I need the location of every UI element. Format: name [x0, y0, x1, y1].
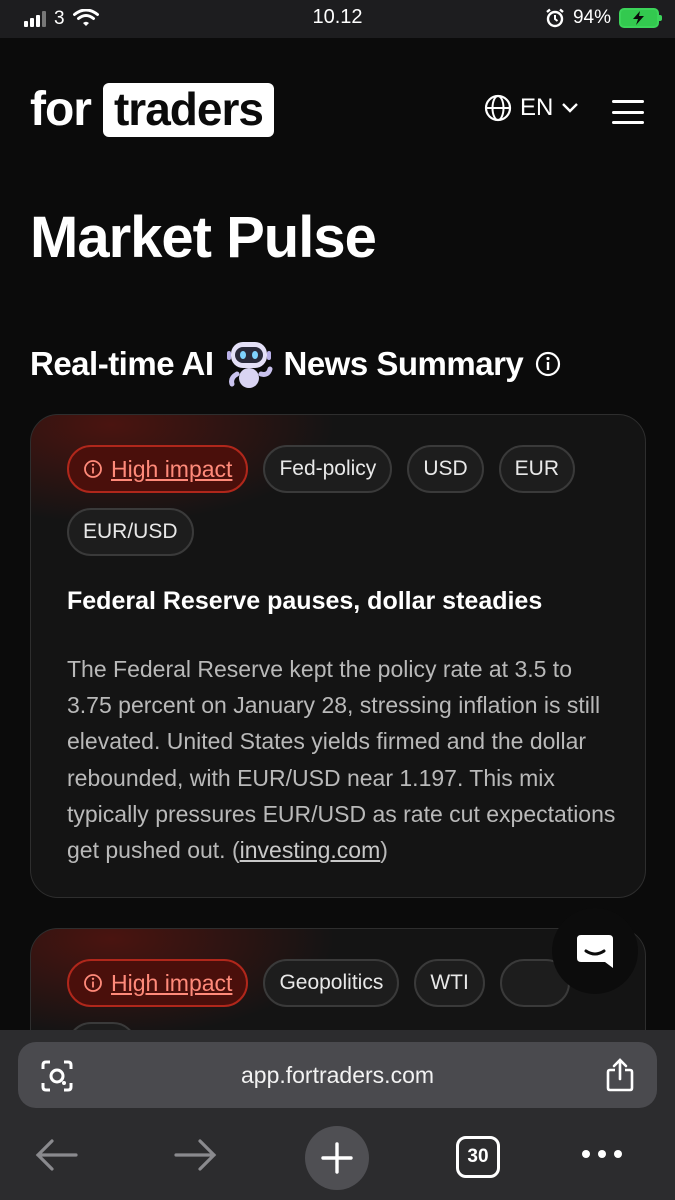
- robot-icon: [226, 342, 272, 388]
- share-icon[interactable]: [605, 1057, 635, 1093]
- info-icon[interactable]: [535, 351, 561, 377]
- chat-icon: [577, 935, 613, 968]
- language-selector[interactable]: EN: [484, 94, 579, 122]
- section-title: Real-time AI News Summary: [30, 338, 561, 390]
- url-text: app.fortraders.com: [240, 1062, 435, 1088]
- new-tab-button[interactable]: [305, 1126, 369, 1190]
- language-label: EN: [520, 94, 554, 121]
- browser-nav-row: 30: [0, 1126, 675, 1190]
- status-bar: 3 10.12 94%: [0, 0, 675, 38]
- plus-icon: [321, 1142, 353, 1174]
- battery-percent: 94%: [572, 7, 611, 28]
- status-right: 94%: [545, 7, 662, 29]
- tag-eur[interactable]: EUR: [498, 445, 575, 493]
- news-headline: Federal Reserve pauses, dollar steadies: [67, 587, 543, 615]
- tag-eur-usd[interactable]: EUR/USD: [67, 508, 194, 556]
- globe-icon: [484, 94, 512, 122]
- tag-fed-policy[interactable]: Fed-policy: [263, 445, 393, 493]
- info-icon: [84, 974, 102, 992]
- high-impact-badge[interactable]: High impact: [67, 445, 249, 493]
- section-title-left: Real-time AI: [30, 345, 214, 382]
- back-arrow-icon[interactable]: [34, 1138, 78, 1172]
- battery-charging-icon: [619, 8, 662, 28]
- more-options-icon[interactable]: [582, 1150, 622, 1158]
- info-icon: [84, 460, 102, 478]
- news-summary-end: ): [380, 837, 388, 864]
- news-summary: The Federal Reserve kept the policy rate…: [67, 651, 623, 868]
- news-summary-text: The Federal Reserve kept the policy rate…: [67, 656, 616, 864]
- high-impact-label: High impact: [111, 456, 233, 482]
- source-link[interactable]: investing.com: [240, 837, 381, 863]
- chat-support-button[interactable]: [552, 908, 638, 994]
- fortraders-logo[interactable]: for traders: [30, 82, 274, 137]
- high-impact-label: High impact: [111, 970, 233, 996]
- section-title-right: News Summary: [283, 345, 524, 382]
- alarm-icon: [546, 8, 564, 28]
- browser-toolbar: app.fortraders.com 30: [0, 1030, 675, 1200]
- tag-usd[interactable]: USD: [407, 445, 484, 493]
- menu-icon[interactable]: [612, 100, 644, 124]
- high-impact-badge[interactable]: High impact: [67, 959, 249, 1007]
- tab-count-button[interactable]: 30: [456, 1136, 500, 1178]
- page-title: Market Pulse: [30, 205, 377, 270]
- tag-list: High impact Fed-policy USD EUR EUR/USD: [67, 445, 627, 556]
- address-bar[interactable]: app.fortraders.com: [18, 1042, 657, 1108]
- tag-geopolitics[interactable]: Geopolitics: [263, 959, 400, 1007]
- forward-arrow-icon[interactable]: [174, 1138, 218, 1172]
- logo-for-text: for: [30, 83, 92, 136]
- tag-wti[interactable]: WTI: [414, 959, 485, 1007]
- news-card[interactable]: High impact Fed-policy USD EUR EUR/USD F…: [30, 414, 646, 898]
- chevron-down-icon: [562, 103, 579, 113]
- logo-traders-box: traders: [102, 82, 274, 137]
